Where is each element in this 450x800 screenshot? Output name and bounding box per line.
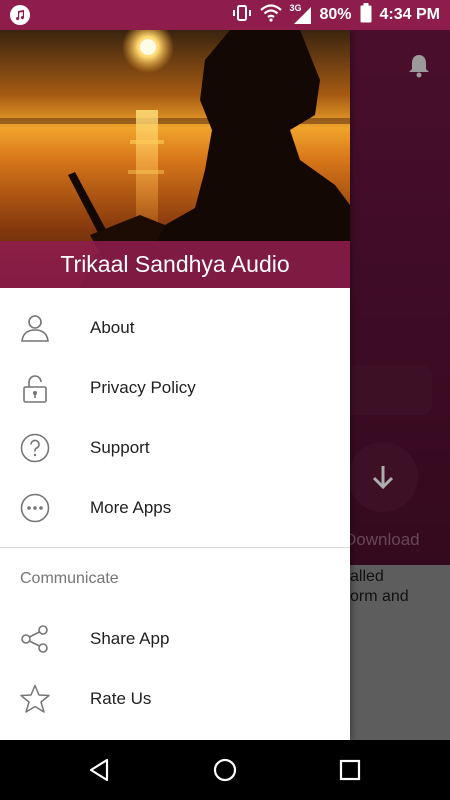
drawer-item-rate-us[interactable]: Rate Us xyxy=(0,669,350,729)
home-icon[interactable] xyxy=(210,755,240,785)
battery-icon xyxy=(360,2,372,28)
wifi-icon xyxy=(259,3,282,27)
signal-icon: 3G xyxy=(290,3,312,25)
drawer-item-label: Rate Us xyxy=(90,689,152,708)
drawer-title-bar: Trikaal Sandhya Audio xyxy=(0,241,350,288)
music-note-icon xyxy=(10,5,30,25)
help-icon xyxy=(20,433,50,463)
battery-percent: 80% xyxy=(319,6,352,23)
divider xyxy=(0,547,350,548)
navigation-drawer: Trikaal Sandhya Audio About Privacy Poli… xyxy=(0,30,350,740)
drawer-item-about[interactable]: About xyxy=(0,298,350,358)
drawer-item-label: Privacy Policy xyxy=(90,378,196,397)
drawer-item-more-apps[interactable]: More Apps xyxy=(0,478,350,538)
recents-icon[interactable] xyxy=(335,755,365,785)
back-icon[interactable] xyxy=(85,755,115,785)
share-icon xyxy=(20,624,50,654)
drawer-item-support[interactable]: Support xyxy=(0,418,350,478)
clock: 4:34 PM xyxy=(379,6,440,23)
system-nav-bar xyxy=(0,740,450,800)
lock-icon xyxy=(20,373,50,403)
drawer-item-label: More Apps xyxy=(90,498,172,517)
drawer-item-label: About xyxy=(90,318,135,337)
drawer-header: Trikaal Sandhya Audio xyxy=(0,30,350,288)
section-title-communicate: Communicate xyxy=(20,570,119,587)
drawer-item-privacy-policy[interactable]: Privacy Policy xyxy=(0,358,350,418)
drawer-item-share-app[interactable]: Share App xyxy=(0,609,350,669)
app-title: Trikaal Sandhya Audio xyxy=(60,251,290,277)
person-icon xyxy=(20,313,50,343)
more-icon xyxy=(20,493,50,523)
star-icon xyxy=(20,684,50,714)
vibrate-icon xyxy=(232,3,252,28)
drawer-item-label: Support xyxy=(90,438,150,457)
drawer-item-label: Share App xyxy=(90,629,170,648)
status-bar: 3G 80% 4:34 PM xyxy=(0,0,450,30)
